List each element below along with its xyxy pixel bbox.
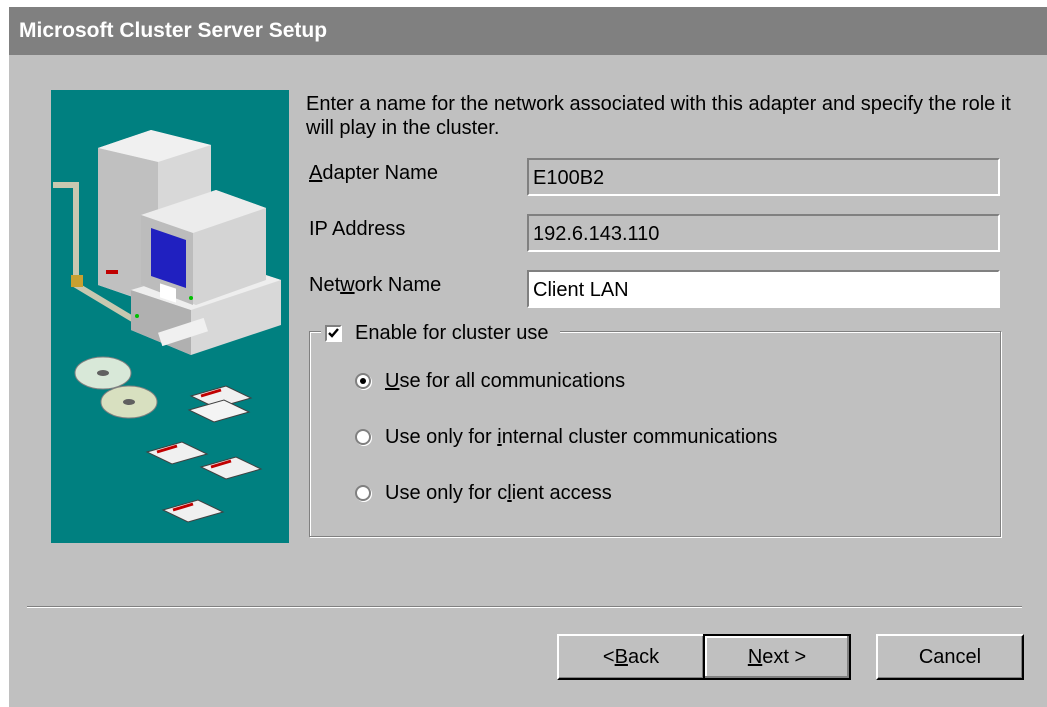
intro-text: Enter a name for the network associated …	[306, 93, 1011, 139]
cancel-button[interactable]: Cancel	[876, 634, 1024, 680]
adapter-name-label: Adapter Name	[309, 162, 438, 184]
radio-client-access[interactable]: Use only for client access	[355, 480, 612, 506]
network-name-label: Network Name	[309, 274, 442, 296]
enable-cluster-checkbox[interactable]	[325, 324, 342, 342]
enable-cluster-label: Enable for cluster use	[355, 321, 549, 344]
ip-address-label: IP Address	[309, 218, 406, 240]
checkmark-icon	[328, 327, 339, 338]
radio-label: Use for all communications	[385, 369, 626, 392]
setup-illustration	[51, 90, 289, 543]
radio-button[interactable]	[355, 485, 371, 501]
title-bar[interactable]: Microsoft Cluster Server Setup	[9, 7, 1047, 55]
enable-cluster-checkbox-row[interactable]: Enable for cluster use	[321, 320, 561, 346]
window-title: Microsoft Cluster Server Setup	[19, 19, 328, 42]
next-button[interactable]: Next >	[703, 634, 851, 680]
adapter-name-field: E100B2	[527, 158, 1000, 196]
footer-separator	[27, 606, 1022, 608]
back-button[interactable]: < Back	[557, 634, 705, 680]
ip-address-field: 192.6.143.110	[527, 214, 1000, 252]
radio-label: Use only for client access	[385, 481, 612, 504]
computer-illustration-icon	[53, 130, 281, 523]
network-name-input-box[interactable]	[527, 270, 1000, 308]
radio-all-communications[interactable]: Use for all communications	[355, 368, 625, 394]
radio-internal-communications[interactable]: Use only for internal cluster communicat…	[355, 424, 777, 450]
network-name-input[interactable]	[533, 273, 998, 308]
radio-label: Use only for internal cluster communicat…	[385, 425, 778, 448]
radio-button-selected[interactable]	[355, 373, 371, 389]
radio-button[interactable]	[355, 429, 371, 445]
